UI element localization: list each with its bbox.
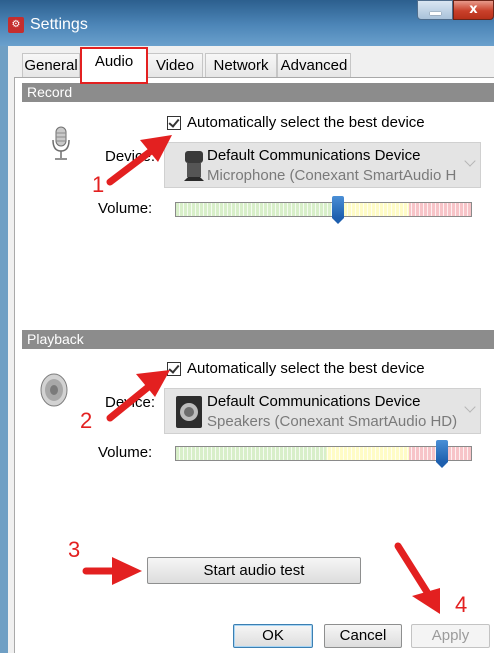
playback-header: Playback bbox=[22, 330, 494, 349]
record-volume-meter[interactable] bbox=[175, 202, 472, 217]
microphone-device-icon bbox=[184, 151, 204, 181]
record-device-subtitle: Microphone (Conexant SmartAudio H bbox=[207, 167, 457, 184]
annotation-number-3: 3 bbox=[68, 537, 81, 562]
minimize-button[interactable] bbox=[417, 0, 453, 20]
close-button[interactable]: x bbox=[453, 0, 494, 20]
record-device-label: Device: bbox=[105, 148, 156, 165]
annotation-number-1: 1 bbox=[92, 172, 105, 197]
window-title: Settings bbox=[30, 16, 88, 33]
record-volume-label: Volume: bbox=[98, 200, 153, 217]
tab-network[interactable]: Network bbox=[205, 53, 277, 77]
playback-device-subtitle: Speakers (Conexant SmartAudio HD) bbox=[207, 413, 458, 430]
start-audio-test-button[interactable]: Start audio test bbox=[147, 557, 361, 584]
tab-highlight-box bbox=[80, 47, 148, 84]
playback-volume-label: Volume: bbox=[98, 444, 153, 461]
record-auto-select-checkbox[interactable] bbox=[167, 116, 181, 130]
record-volume-slider-thumb[interactable] bbox=[332, 196, 345, 224]
cancel-button[interactable]: Cancel bbox=[324, 624, 402, 648]
playback-auto-select-label: Automatically select the best device bbox=[187, 360, 425, 377]
record-auto-select-label: Automatically select the best device bbox=[187, 114, 425, 131]
ok-button[interactable]: OK bbox=[233, 624, 313, 648]
annotation-number-2: 2 bbox=[80, 408, 93, 433]
chevron-down-icon bbox=[464, 401, 476, 413]
settings-app-icon: ⚙ bbox=[8, 17, 24, 33]
playback-device-name: Default Communications Device bbox=[207, 393, 421, 410]
playback-volume-meter[interactable] bbox=[175, 446, 472, 461]
playback-device-select[interactable]: Default Communications Device Speakers (… bbox=[164, 388, 481, 434]
speaker-icon bbox=[40, 373, 68, 407]
record-device-select[interactable]: Default Communications Device Microphone… bbox=[164, 142, 481, 188]
playback-device-label: Device: bbox=[105, 394, 156, 411]
playback-auto-select-checkbox[interactable] bbox=[167, 362, 181, 376]
microphone-icon bbox=[52, 126, 70, 160]
record-header: Record bbox=[22, 83, 494, 102]
speaker-device-icon bbox=[176, 396, 202, 428]
tab-general[interactable]: General bbox=[22, 53, 80, 77]
playback-volume-slider-thumb[interactable] bbox=[436, 440, 449, 468]
chevron-down-icon bbox=[464, 155, 476, 167]
title-bar[interactable]: ⚙ Settings x bbox=[0, 0, 494, 46]
settings-window: ⚙ Settings x General Audio Video Network… bbox=[0, 0, 494, 653]
annotation-number-4: 4 bbox=[455, 592, 468, 617]
apply-button[interactable]: Apply bbox=[411, 624, 490, 648]
record-device-name: Default Communications Device bbox=[207, 147, 421, 164]
tab-video[interactable]: Video bbox=[147, 53, 203, 77]
tab-advanced[interactable]: Advanced bbox=[277, 53, 351, 77]
